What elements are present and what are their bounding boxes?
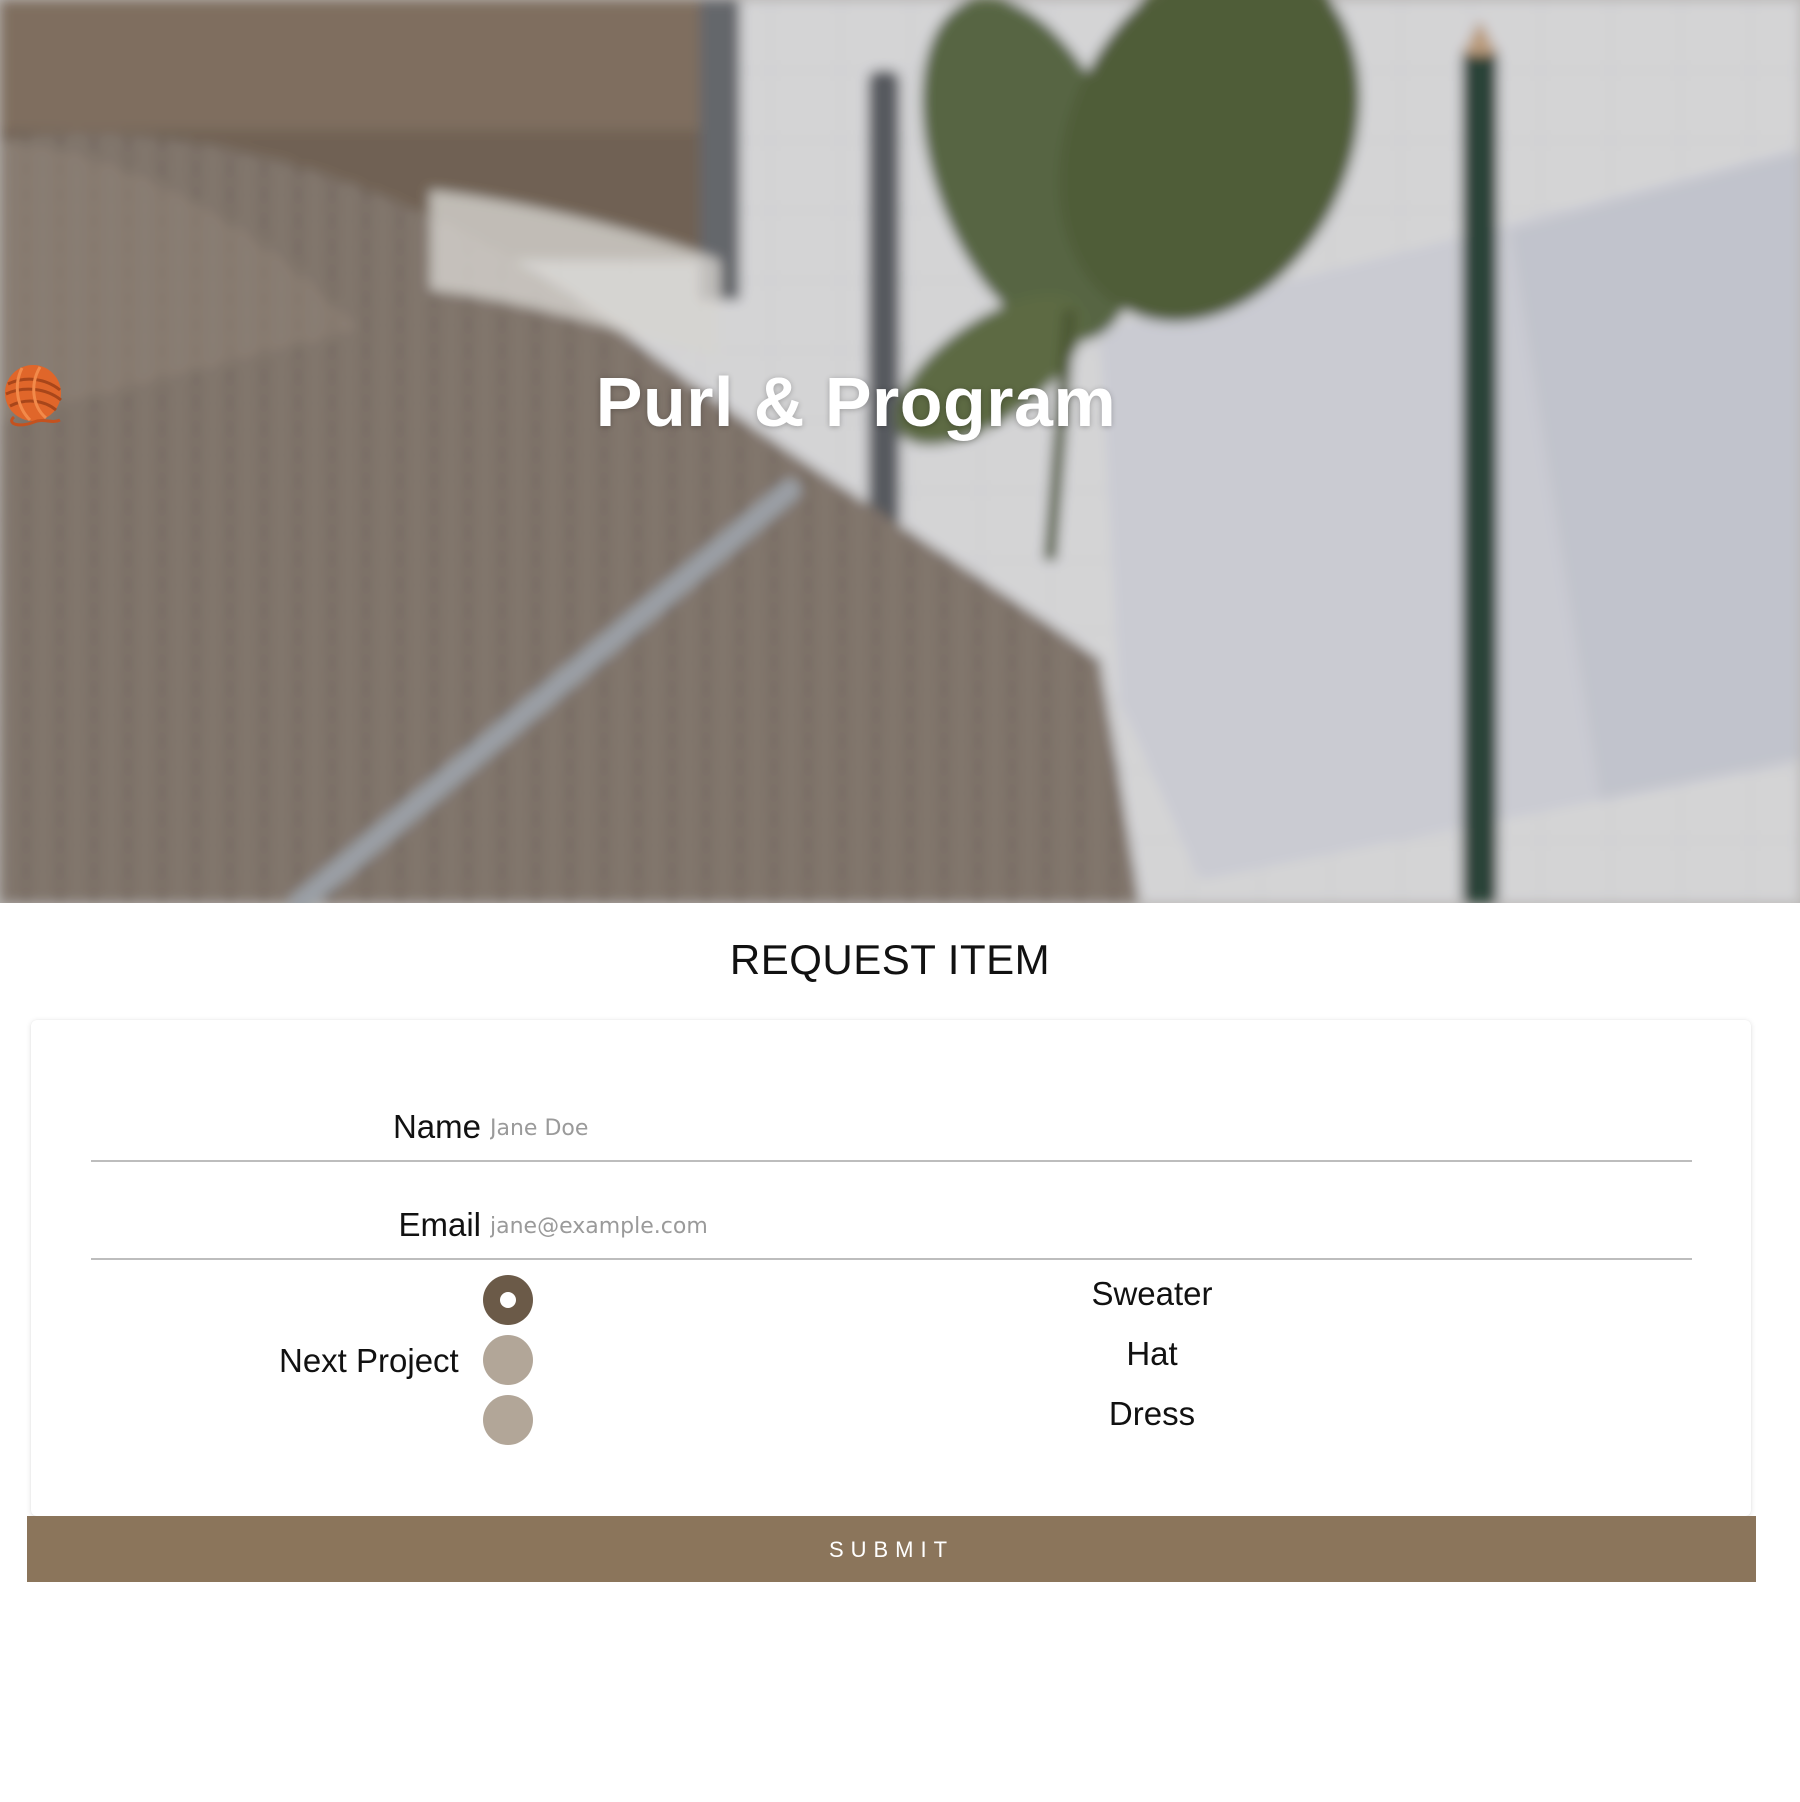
name-field-row: Name [91, 1100, 1692, 1162]
option-label-dress[interactable]: Dress [952, 1395, 1352, 1433]
next-project-label: Next Project [279, 1342, 459, 1379]
hero-background-image [0, 0, 1800, 903]
name-input[interactable] [486, 1106, 1674, 1150]
option-label-hat[interactable]: Hat [952, 1335, 1352, 1373]
radio-sweater[interactable] [483, 1275, 533, 1325]
radio-dress[interactable] [483, 1395, 533, 1445]
email-label: Email [398, 1206, 481, 1243]
submit-button[interactable]: SUBMIT [27, 1516, 1756, 1582]
hero-banner: Purl & Program [0, 0, 1800, 903]
site-title: Purl & Program [0, 362, 1800, 442]
name-label: Name [392, 1108, 481, 1145]
request-item-form: Name Email Next Project Sweater Hat Dres… [31, 1020, 1751, 1516]
form-heading: REQUEST ITEM [729, 936, 1051, 983]
email-field-row: Email [91, 1198, 1692, 1260]
option-label-sweater[interactable]: Sweater [952, 1275, 1352, 1313]
radio-hat[interactable] [483, 1335, 533, 1385]
email-input[interactable] [486, 1204, 1674, 1248]
yarn-ball-icon [5, 365, 1204, 438]
site-title-text: Purl & Program [595, 363, 1117, 441]
